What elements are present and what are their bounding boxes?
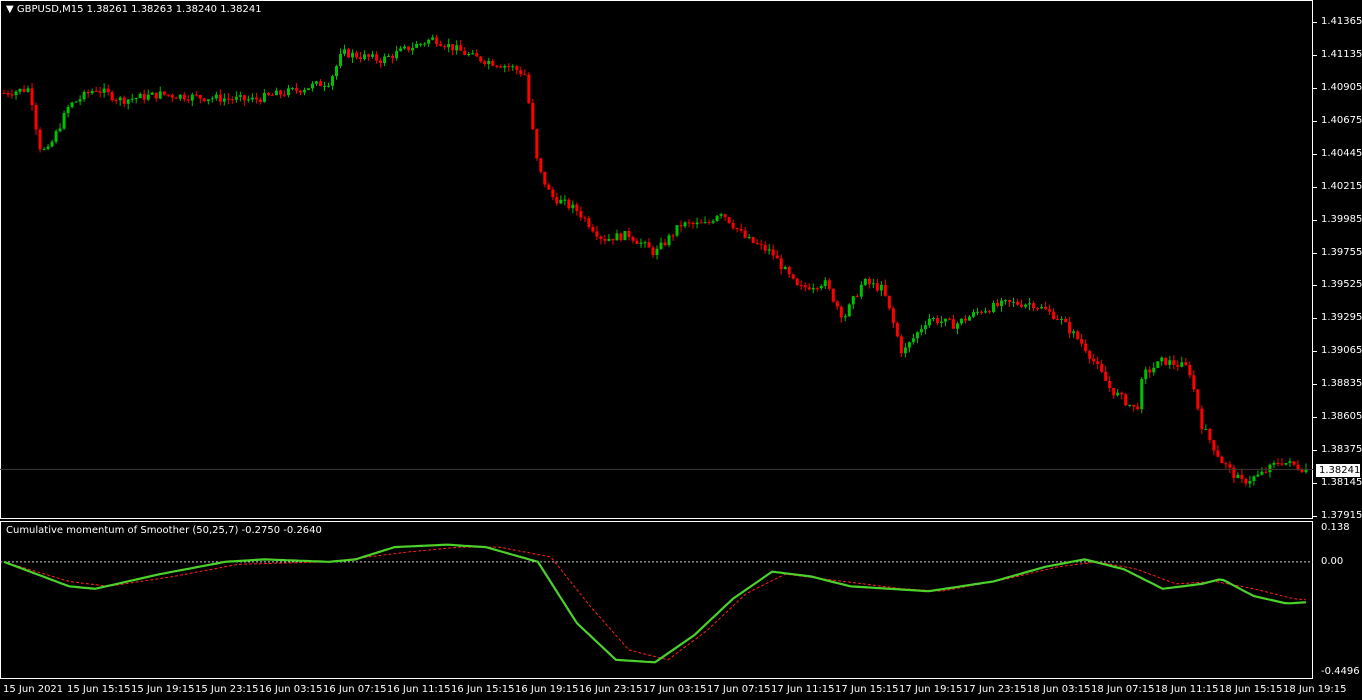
time-axis-label: 17 Jun 07:15 xyxy=(707,684,771,695)
price-axis-label: 1.38375 xyxy=(1321,444,1362,456)
price-axis-label: 1.39295 xyxy=(1321,312,1362,324)
time-axis-label: 18 Jun 19:15 xyxy=(1283,684,1347,695)
time-axis-label: 16 Jun 03:15 xyxy=(259,684,323,695)
ohlc-values: 1.38261 1.38263 1.38240 1.38241 xyxy=(86,4,262,15)
price-axis-label: 1.40445 xyxy=(1321,147,1362,159)
time-axis-label: 16 Jun 07:15 xyxy=(323,684,387,695)
price-axis-label: 1.38605 xyxy=(1321,411,1362,423)
price-axis-tick xyxy=(1313,318,1317,320)
price-axis-tick xyxy=(1313,153,1317,155)
price-axis-tick xyxy=(1313,483,1317,485)
price-axis-label: 1.41365 xyxy=(1321,16,1362,27)
indicator-axis-label: 0.138 xyxy=(1321,522,1350,533)
time-axis-label: 15 Jun 19:15 xyxy=(131,684,195,695)
time-axis-label: 15 Jun 2021 xyxy=(3,684,64,695)
time-axis-label: 15 Jun 15:15 xyxy=(67,684,131,695)
price-axis-tick xyxy=(1313,516,1317,517)
indicator-chart-svg xyxy=(0,543,1313,664)
price-axis-label: 1.39525 xyxy=(1321,279,1362,291)
price-axis-tick xyxy=(1313,87,1317,89)
price-axis-label: 1.40215 xyxy=(1321,180,1362,192)
time-axis-label: 18 Jun 11:15 xyxy=(1155,684,1219,695)
price-axis-tick xyxy=(1313,351,1317,353)
time-axis-label: 17 Jun 23:15 xyxy=(963,684,1027,695)
price-axis-label: 1.39985 xyxy=(1321,213,1362,225)
price-axis-label: 1.38835 xyxy=(1321,378,1362,390)
price-axis-tick xyxy=(1313,22,1317,23)
price-axis-tick xyxy=(1313,417,1317,419)
price-axis-tick xyxy=(1313,219,1317,221)
time-axis-label: 16 Jun 23:15 xyxy=(579,684,643,695)
indicator-axis-label: -0.4496 xyxy=(1321,666,1360,677)
symbol-header[interactable]: ▼ GBPUSD,M15 1.38261 1.38263 1.38240 1.3… xyxy=(6,4,262,15)
price-axis-label: 1.38145 xyxy=(1321,477,1362,489)
price-axis-tick xyxy=(1313,384,1317,386)
momentum-line xyxy=(3,543,1307,664)
indicator-title: Cumulative momentum of Smoother (50,25,7… xyxy=(6,525,322,536)
price-axis-tick xyxy=(1313,120,1317,122)
time-axis-label: 18 Jun 07:15 xyxy=(1091,684,1155,695)
time-axis-label: 15 Jun 23:15 xyxy=(195,684,259,695)
price-axis-tick xyxy=(1313,54,1317,56)
price-axis-label: 1.39065 xyxy=(1321,345,1362,357)
time-axis-label: 17 Jun 15:15 xyxy=(835,684,899,695)
price-axis-tick xyxy=(1313,186,1317,188)
signal-line xyxy=(3,546,1307,661)
time-axis-label: 18 Jun 03:15 xyxy=(1027,684,1091,695)
time-axis-label: 16 Jun 19:15 xyxy=(515,684,579,695)
price-axis-label: 1.37915 xyxy=(1321,510,1362,521)
time-axis-label: 17 Jun 19:15 xyxy=(899,684,963,695)
time-axis-label: 16 Jun 15:15 xyxy=(451,684,515,695)
time-axis-label: 17 Jun 11:15 xyxy=(771,684,835,695)
time-axis-label: 16 Jun 11:15 xyxy=(387,684,451,695)
price-axis-tick xyxy=(1313,450,1317,452)
symbol-label: GBPUSD,M15 xyxy=(16,4,84,15)
price-axis-tick xyxy=(1313,252,1317,254)
price-axis-tick xyxy=(1313,285,1317,287)
price-axis-label: 1.41135 xyxy=(1321,48,1362,60)
price-axis-label: 1.40905 xyxy=(1321,81,1362,93)
time-axis-label: 17 Jun 03:15 xyxy=(643,684,707,695)
indicator-axis-label: 0.00 xyxy=(1321,555,1344,567)
time-axis-label: 18 Jun 15:15 xyxy=(1219,684,1283,695)
dropdown-triangle-icon[interactable]: ▼ xyxy=(6,4,14,15)
price-axis-label: 1.39755 xyxy=(1321,246,1362,258)
price-axis-label: 1.40675 xyxy=(1321,114,1362,126)
current-price-tag: 1.38241 xyxy=(1316,464,1360,477)
